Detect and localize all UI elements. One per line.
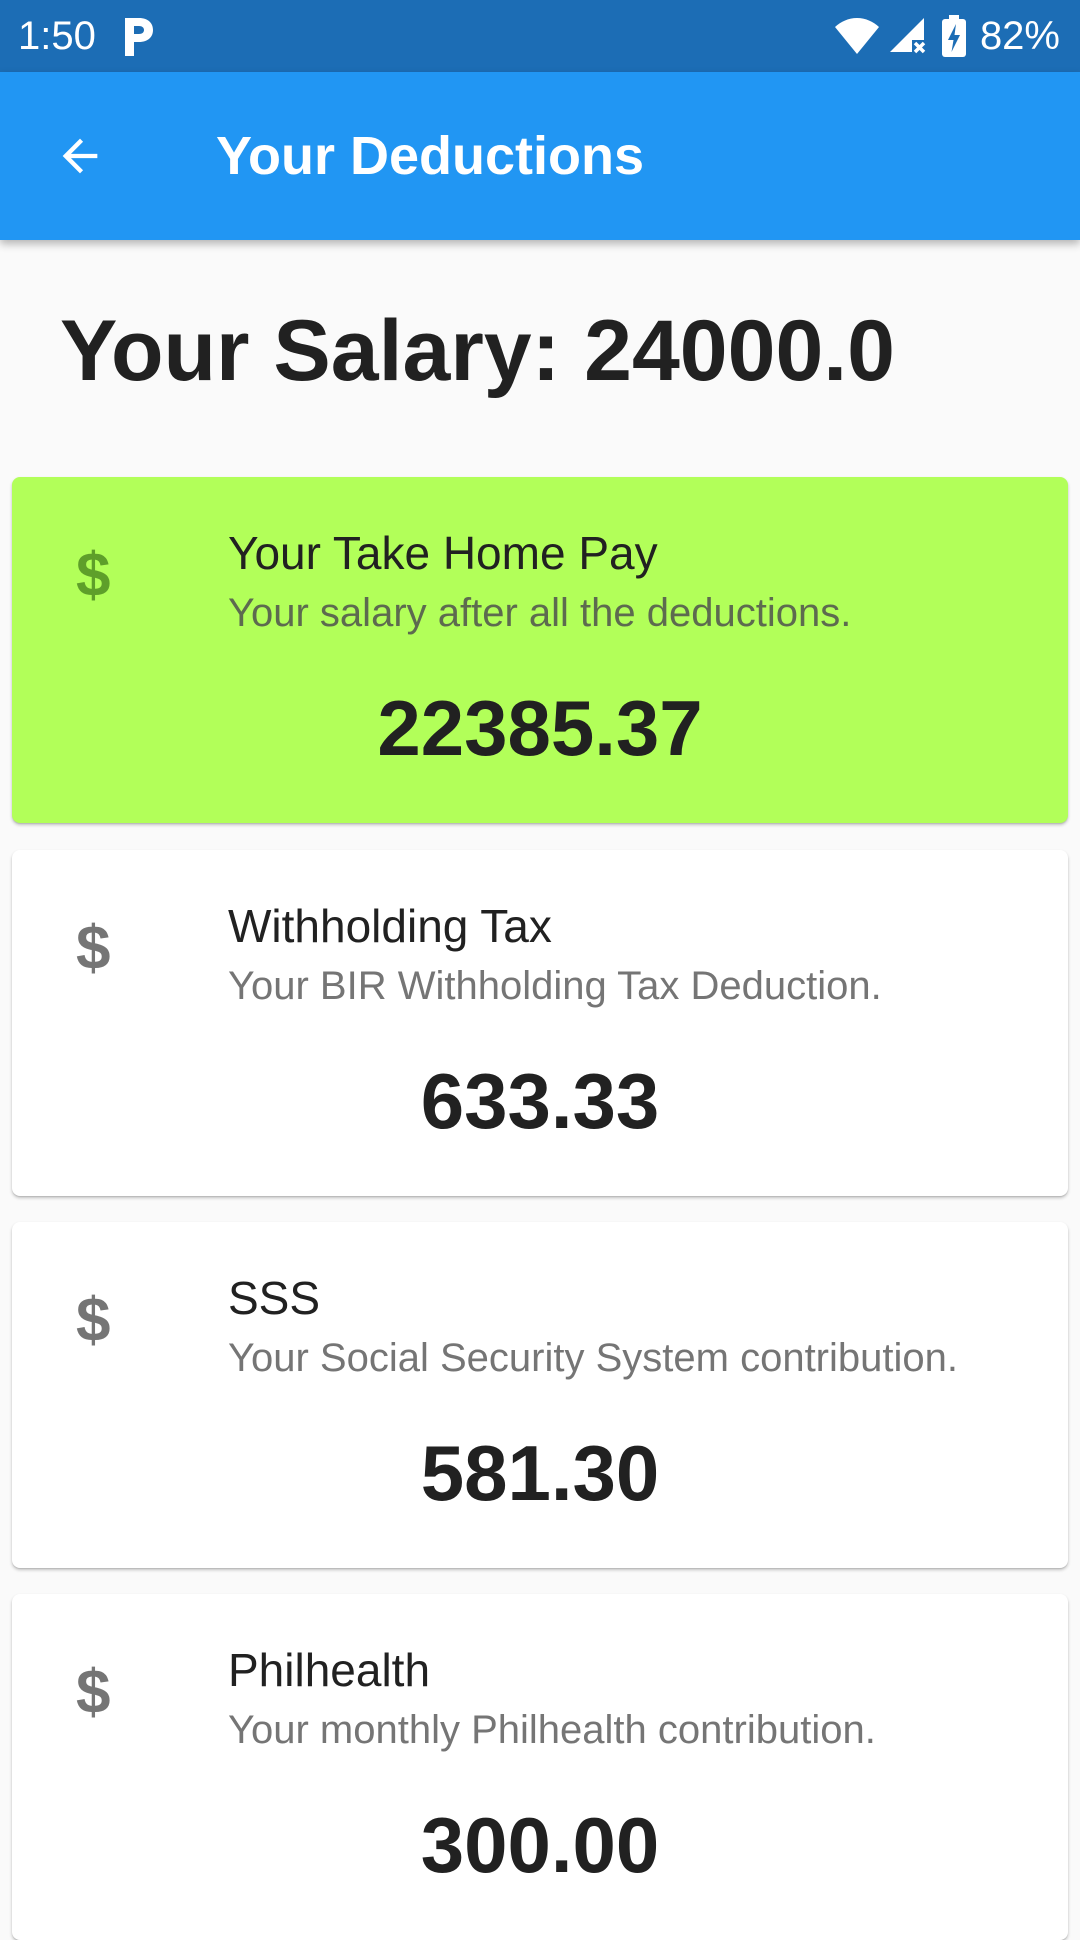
card-amount: 633.33 xyxy=(420,1057,660,1145)
sss-card: $ SSS Your Social Security System contri… xyxy=(12,1222,1068,1568)
card-title: Your Take Home Pay xyxy=(228,527,658,579)
status-time: 1:50 xyxy=(18,14,96,58)
app-bar: Your Deductions xyxy=(0,72,1080,240)
status-bar: 1:50 82% xyxy=(0,0,1080,72)
take-home-pay-card: $ Your Take Home Pay Your salary after a… xyxy=(12,477,1068,823)
dollar-icon: $ xyxy=(76,914,111,983)
withholding-tax-card: $ Withholding Tax Your BIR Withholding T… xyxy=(12,850,1068,1196)
card-title: Withholding Tax xyxy=(228,900,552,952)
card-title: SSS xyxy=(228,1272,321,1324)
card-title: Philhealth xyxy=(228,1644,431,1696)
cell-signal-no-service-icon xyxy=(888,16,928,56)
dollar-icon: $ xyxy=(76,1286,111,1355)
back-button[interactable] xyxy=(40,116,120,196)
salary-heading: Your Salary: 24000.0 xyxy=(60,303,896,399)
status-icons: 82% xyxy=(834,12,1060,60)
battery-charging-icon xyxy=(941,15,966,57)
dollar-icon: $ xyxy=(76,1658,111,1727)
card-subtitle: Your monthly Philhealth contribution. xyxy=(228,1708,876,1752)
card-subtitle: Your salary after all the deductions. xyxy=(228,591,852,635)
card-subtitle: Your Social Security System contribution… xyxy=(228,1336,958,1380)
card-amount: 22385.37 xyxy=(377,684,703,772)
card-subtitle: Your BIR Withholding Tax Deduction. xyxy=(228,964,882,1008)
page-title: Your Deductions xyxy=(216,126,645,186)
card-amount: 300.00 xyxy=(420,1801,660,1889)
wifi-icon xyxy=(834,16,880,56)
philhealth-card: $ Philhealth Your monthly Philhealth con… xyxy=(12,1594,1068,1940)
card-amount: 581.30 xyxy=(420,1429,660,1517)
battery-percentage: 82% xyxy=(979,14,1060,58)
dollar-icon: $ xyxy=(76,541,111,610)
arrow-back-icon xyxy=(62,138,98,174)
parking-p-icon xyxy=(122,14,156,58)
